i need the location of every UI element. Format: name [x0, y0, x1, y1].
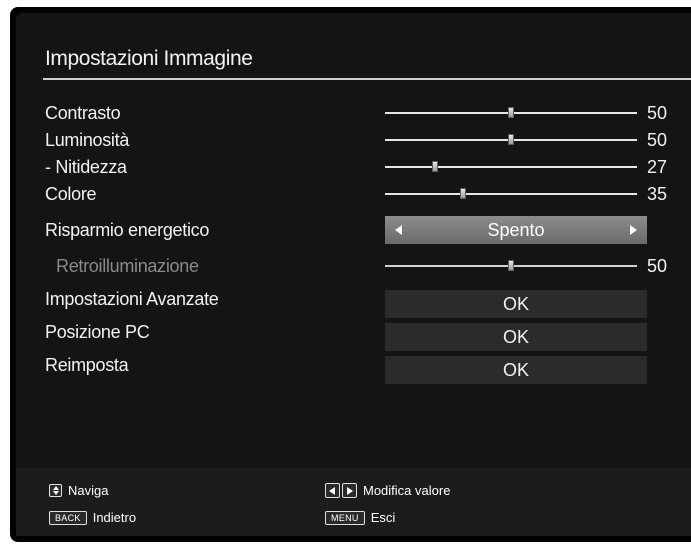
setting-row-brightness[interactable]: Luminosità 50: [16, 127, 691, 153]
setting-label-pc-position: Posizione PC: [45, 322, 150, 342]
setting-label-energy-saving: Risparmio energetico: [45, 220, 210, 240]
backlight-slider: [385, 260, 637, 271]
setting-row-sharpness[interactable]: - Nitidezza 27: [16, 154, 691, 180]
color-slider[interactable]: [385, 188, 637, 199]
left-key-icon: [325, 483, 340, 498]
backlight-value: 50: [647, 256, 668, 276]
right-arrow-icon[interactable]: [630, 225, 637, 235]
setting-label-brightness: Luminosità: [45, 130, 130, 150]
contrast-slider[interactable]: [385, 107, 637, 118]
backlight-slider-thumb: [508, 260, 514, 271]
color-value: 35: [647, 184, 668, 204]
sharpness-value: 27: [647, 157, 668, 177]
advanced-ok-button[interactable]: OK: [385, 290, 647, 318]
brightness-slider[interactable]: [385, 134, 637, 145]
hint-modify-value: Modifica valore: [325, 483, 450, 498]
contrast-slider-thumb[interactable]: [508, 107, 514, 118]
up-down-arrows-icon: [49, 484, 62, 497]
setting-row-advanced[interactable]: Impostazioni Avanzate OK: [16, 289, 691, 318]
energy-saving-value: Spento: [487, 220, 545, 240]
brightness-value: 50: [647, 130, 668, 150]
page-title: Impostazioni Immagine: [45, 47, 253, 70]
setting-label-backlight: Retroilluminazione: [56, 256, 199, 276]
setting-label-sharpness: - Nitidezza: [45, 157, 127, 177]
setting-label-reset: Reimposta: [45, 355, 129, 375]
brightness-slider-thumb[interactable]: [508, 134, 514, 145]
title-divider: [43, 78, 691, 80]
setting-row-reset[interactable]: Reimposta OK: [16, 355, 691, 384]
sharpness-slider[interactable]: [385, 161, 637, 172]
menu-key: MENU: [325, 510, 365, 525]
pc-position-ok-button[interactable]: OK: [385, 323, 647, 351]
sharpness-slider-thumb[interactable]: [432, 161, 438, 172]
hint-back-label: Indietro: [92, 510, 137, 525]
hint-exit-label: Esci: [370, 510, 396, 525]
setting-label-color: Colore: [45, 184, 97, 204]
hint-modify-label: Modifica valore: [363, 483, 451, 498]
setting-row-backlight: Retroilluminazione 50: [16, 253, 691, 279]
right-key-icon: [342, 483, 357, 498]
setting-label-contrast: Contrasto: [45, 103, 121, 123]
back-key: BACK: [49, 510, 87, 525]
hint-exit: MENU Esci: [325, 510, 395, 525]
picture-settings-panel: Impostazioni Immagine Contrasto 50 Lumin…: [16, 13, 691, 468]
hint-back: BACK Indietro: [49, 510, 136, 525]
color-slider-thumb[interactable]: [460, 188, 466, 199]
help-footer: Naviga Modifica valore BACK Indietro MEN…: [16, 468, 691, 536]
hint-navigate-label: Naviga: [68, 483, 109, 498]
contrast-value: 50: [647, 103, 668, 123]
setting-row-color[interactable]: Colore 35: [16, 181, 691, 207]
setting-row-contrast[interactable]: Contrasto 50: [16, 100, 691, 126]
setting-label-advanced: Impostazioni Avanzate: [45, 289, 219, 309]
energy-saving-selector[interactable]: Spento: [385, 216, 647, 244]
setting-row-energy-saving[interactable]: Risparmio energetico Spento: [16, 216, 691, 244]
tv-menu-window: Impostazioni Immagine Contrasto 50 Lumin…: [10, 7, 691, 542]
hint-navigate: Naviga: [49, 483, 108, 498]
setting-row-pc-position[interactable]: Posizione PC OK: [16, 322, 691, 351]
reset-ok-button[interactable]: OK: [385, 356, 647, 384]
